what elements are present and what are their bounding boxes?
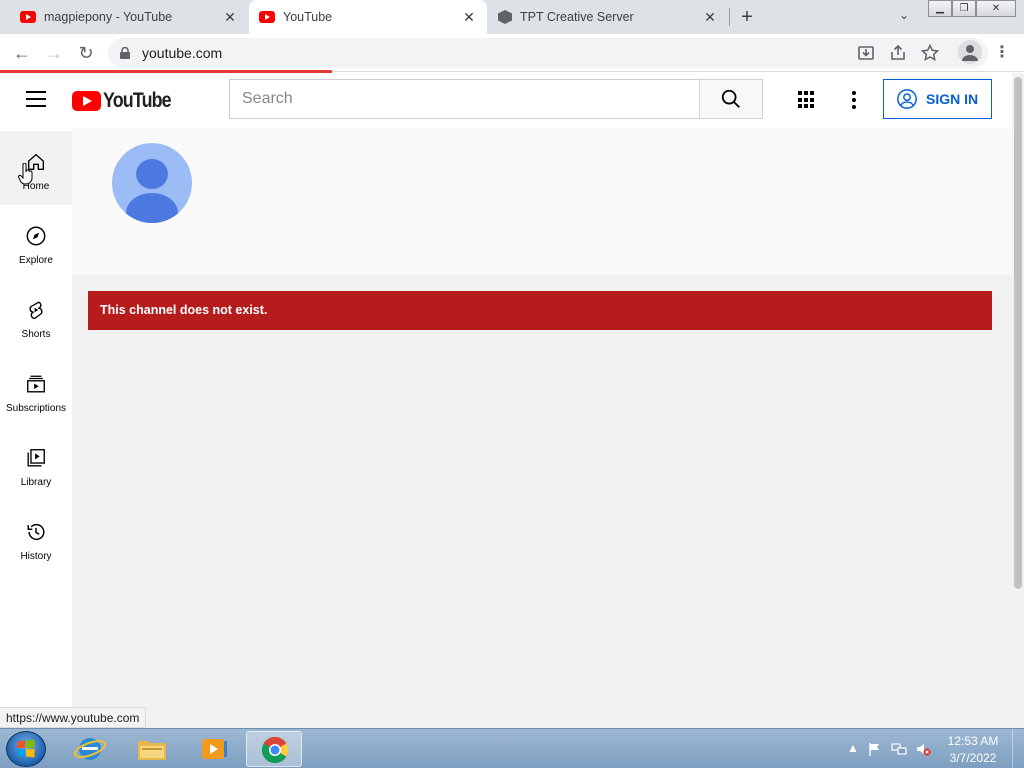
- windows-taskbar: ▲ 12:53 AM 3/7/2022: [0, 728, 1024, 769]
- error-banner: This channel does not exist.: [88, 291, 992, 330]
- sidebar-item-home[interactable]: Home: [0, 131, 72, 205]
- bookmark-star-icon[interactable]: [920, 43, 940, 63]
- youtube-logo-text: YouTube: [103, 89, 172, 112]
- channel-avatar: [112, 143, 192, 223]
- status-bar-url: https://www.youtube.com: [0, 707, 147, 728]
- close-tab-icon[interactable]: ✕: [461, 9, 477, 25]
- youtube-favicon-icon: [259, 11, 275, 23]
- action-center-flag-icon[interactable]: [867, 741, 883, 757]
- close-tab-icon[interactable]: ✕: [702, 9, 718, 25]
- close-tab-icon[interactable]: ✕: [222, 9, 238, 25]
- sign-in-label: SIGN IN: [926, 91, 979, 107]
- chrome-icon: [261, 736, 289, 764]
- channel-header: [72, 129, 1012, 275]
- tab-youtube[interactable]: YouTube ✕: [249, 0, 487, 34]
- youtube-header: YouTube SIGN IN: [0, 73, 1012, 129]
- tab-tpt-creative-server[interactable]: TPT Creative Server ✕: [488, 0, 728, 34]
- show-desktop-button[interactable]: [1012, 729, 1024, 769]
- tab-title: TPT Creative Server: [520, 10, 634, 24]
- sidebar-item-shorts[interactable]: Shorts: [0, 279, 72, 353]
- sidebar-item-label: History: [20, 551, 52, 562]
- clock-date[interactable]: 3/7/2022: [944, 751, 1002, 765]
- history-icon: [27, 524, 45, 541]
- search-box[interactable]: [229, 79, 700, 119]
- tab-strip: magpiepony - YouTube ✕ YouTube ✕ TPT Cre…: [0, 0, 1024, 34]
- volume-muted-icon[interactable]: [915, 741, 931, 757]
- account-circle-icon: [897, 89, 917, 109]
- address-bar: ← → ↻ youtube.com ⋮: [0, 34, 1024, 72]
- sign-in-button[interactable]: SIGN IN: [883, 79, 992, 119]
- reload-icon[interactable]: ↻: [74, 41, 98, 65]
- sidebar-item-library[interactable]: Library: [0, 427, 72, 501]
- media-player-icon: [202, 739, 227, 759]
- search-icon: [721, 89, 740, 108]
- sidebar-item-label: Shorts: [21, 329, 51, 340]
- cube-favicon-icon: [498, 10, 512, 24]
- clock-time[interactable]: 12:53 AM: [944, 734, 1002, 748]
- sidebar-item-explore[interactable]: Explore: [0, 205, 72, 279]
- sidebar-item-label: Library: [20, 477, 52, 488]
- tab-title: magpiepony - YouTube: [44, 10, 173, 24]
- profile-avatar-icon[interactable]: [958, 40, 982, 64]
- install-app-icon[interactable]: [856, 43, 876, 63]
- sidebar-item-label: Subscriptions: [5, 403, 67, 414]
- windows-logo-icon: [17, 739, 35, 758]
- new-tab-icon[interactable]: +: [737, 7, 757, 27]
- forward-icon[interactable]: →: [42, 41, 66, 65]
- sidebar-item-label: Explore: [19, 255, 53, 266]
- file-explorer-icon: [138, 741, 166, 760]
- youtube-sidebar: Home Explore Shorts Subscriptions Librar…: [0, 129, 72, 728]
- share-icon[interactable]: [888, 43, 908, 63]
- url-text[interactable]: youtube.com: [142, 45, 222, 61]
- taskbar-file-explorer[interactable]: [124, 731, 180, 767]
- channel-page: This channel does not exist.: [72, 129, 1012, 728]
- library-icon: [27, 449, 45, 467]
- shorts-icon: [29, 301, 43, 319]
- tab-divider: [729, 8, 730, 26]
- subscriptions-icon: [27, 375, 45, 393]
- taskbar-chrome[interactable]: [246, 731, 302, 767]
- youtube-favicon-icon: [20, 11, 36, 23]
- sidebar-item-subscriptions[interactable]: Subscriptions: [0, 353, 72, 427]
- show-hidden-icons-icon[interactable]: ▲: [845, 741, 861, 757]
- restore-icon[interactable]: ❐: [952, 0, 976, 17]
- close-window-icon[interactable]: ✕: [976, 0, 1016, 17]
- hamburger-menu-icon[interactable]: [26, 91, 46, 107]
- more-options-icon[interactable]: [846, 89, 862, 111]
- lock-icon[interactable]: [120, 47, 130, 59]
- scrollbar-thumb[interactable]: [1014, 77, 1022, 589]
- back-icon[interactable]: ←: [10, 41, 34, 65]
- chrome-menu-icon[interactable]: ⋮: [992, 41, 1012, 65]
- network-icon[interactable]: [891, 741, 907, 757]
- sidebar-item-label: Home: [22, 181, 50, 192]
- apps-grid-icon[interactable]: [798, 91, 816, 109]
- start-button[interactable]: [6, 731, 46, 767]
- minimize-icon[interactable]: ▁: [928, 0, 952, 17]
- youtube-logo-icon: [72, 91, 101, 111]
- compass-icon: [26, 226, 46, 246]
- search-button[interactable]: [699, 79, 763, 119]
- taskbar-internet-explorer[interactable]: [62, 731, 118, 767]
- sidebar-item-history[interactable]: History: [0, 501, 72, 575]
- page-scrollbar[interactable]: [1012, 73, 1024, 728]
- chevron-down-icon[interactable]: ⌄: [896, 8, 912, 24]
- youtube-logo[interactable]: YouTube: [72, 89, 183, 113]
- tab-magpiepony[interactable]: magpiepony - YouTube ✕: [8, 0, 248, 34]
- taskbar-media-player[interactable]: [186, 731, 242, 767]
- hand-cursor-icon: [18, 163, 33, 185]
- search-input[interactable]: [230, 80, 700, 118]
- omnibox[interactable]: youtube.com: [108, 38, 988, 68]
- tab-title: YouTube: [283, 10, 333, 24]
- internet-explorer-icon: [73, 738, 107, 760]
